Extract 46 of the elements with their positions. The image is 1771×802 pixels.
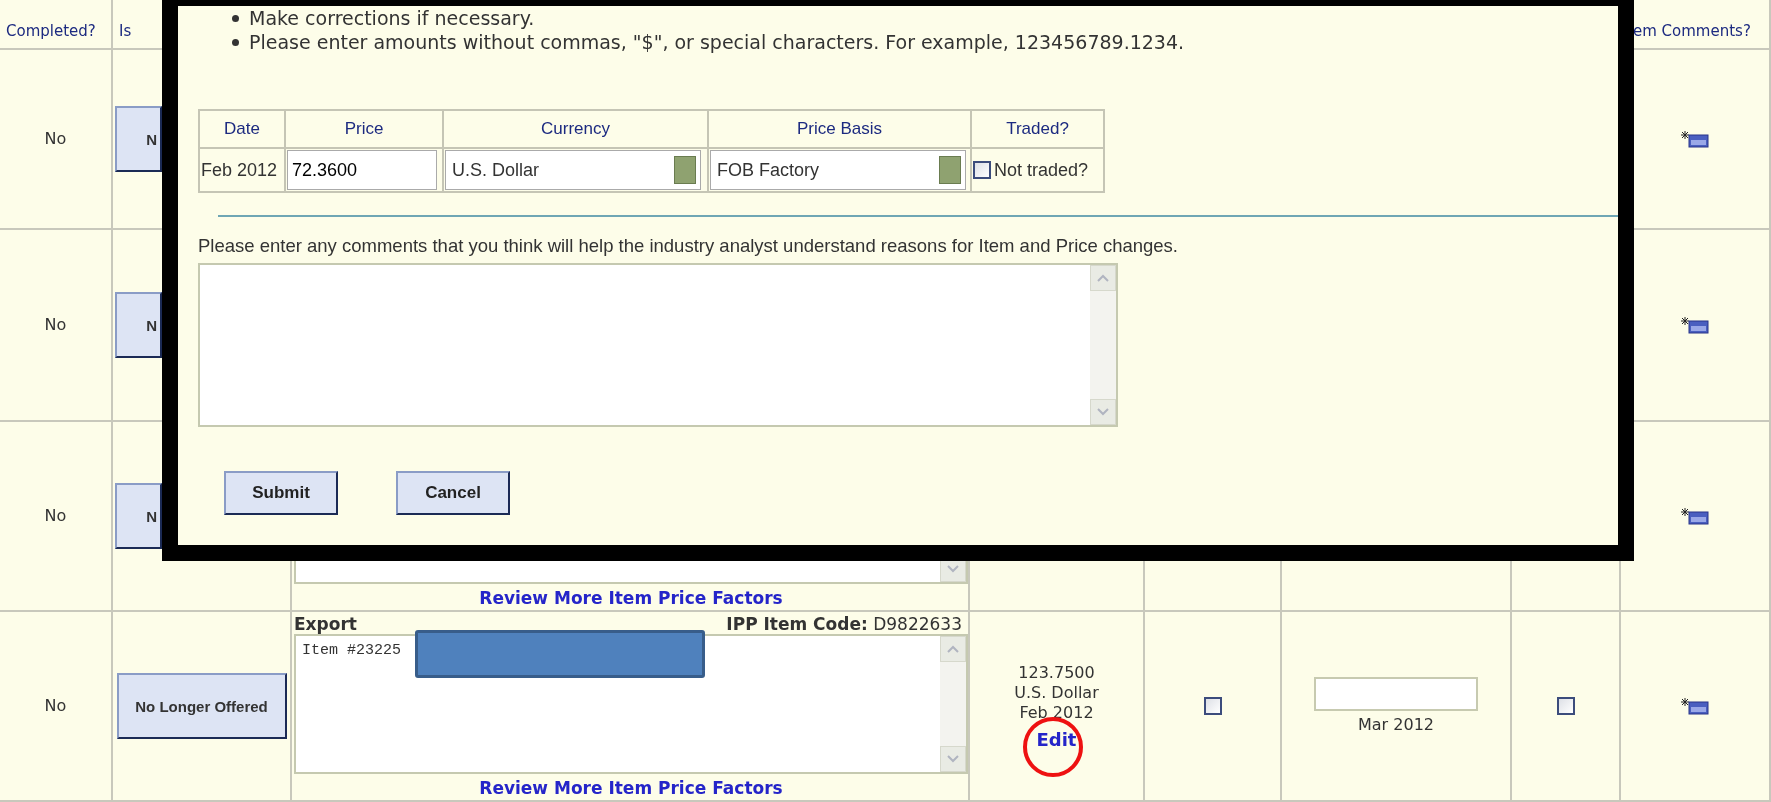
bullet-icon [232,38,239,46]
price-input[interactable]: 72.3600 [287,150,437,190]
review-link[interactable]: Review More Item Price Factors [294,584,968,610]
note-icon[interactable] [1681,507,1709,525]
instruction-text: Please enter amounts without commas, "$", or special characters. For example, 123456789.1234. [249,30,1185,54]
column-header: Completed? [6,22,96,40]
column-header: Traded? [1006,119,1069,139]
instruction-text: Make corrections if necessary. [249,6,535,30]
column-header: Price Basis [797,119,882,139]
status-text: No [44,696,67,716]
date-text: Mar 2012 [1358,715,1434,735]
checkbox[interactable] [1203,697,1222,715]
edit-link[interactable]: Edit [1036,728,1077,750]
currency-dropdown[interactable]: U.S. Dollar [445,150,701,190]
currency-text: U.S. Dollar [1014,682,1099,703]
checkbox[interactable] [1556,697,1575,715]
bullet-icon [232,14,239,22]
note-icon[interactable] [1681,130,1709,148]
column-header: Is [119,22,132,40]
price-text: 123.7500 [1018,662,1095,683]
item-code: IPP Item Code: D9822633 [726,614,962,634]
review-link[interactable]: Review More Item Price Factors [294,774,968,800]
comments-label: Please enter any comments that you think will help the industry analyst understand reasons for Item and Price changes. [198,235,1179,257]
column-header: Date [224,119,260,139]
column-header: Currency [541,119,610,139]
price-basis-dropdown[interactable]: FOB Factory [710,150,966,190]
status-button[interactable]: N [115,483,162,549]
dialog-button[interactable]: Submit [224,471,338,515]
dialog-button[interactable]: Cancel [396,471,510,515]
status-button[interactable]: N [115,292,162,358]
column-header: Price [344,119,384,139]
status-text: No [44,506,67,526]
status-button[interactable]: No Longer Offered [116,673,287,739]
item-type: Export [294,614,357,634]
scroll-up-icon[interactable] [940,636,966,662]
scroll-up-icon[interactable] [1090,265,1116,291]
status-text: No [44,315,67,335]
note-icon[interactable] [1681,316,1709,334]
comments-field[interactable] [198,263,1118,427]
date-input[interactable] [1314,677,1478,711]
column-header: em Comments? [1633,22,1751,40]
status-text: No [44,129,67,149]
date-text: Feb 2012 [201,159,278,181]
date-text: Feb 2012 [1019,702,1094,723]
note-icon[interactable] [1681,697,1709,715]
status-button[interactable]: N [115,106,162,172]
